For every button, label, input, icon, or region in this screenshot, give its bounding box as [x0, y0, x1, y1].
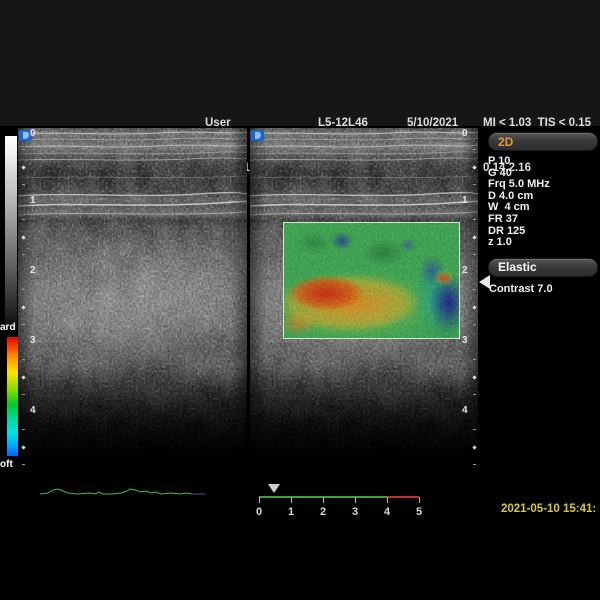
scale-tick	[323, 497, 324, 503]
scale-tick	[419, 497, 420, 503]
ruler-tick	[22, 184, 25, 185]
depth-ruler-right: 0 1 2 3 4	[458, 128, 480, 467]
ruler-tick	[473, 324, 476, 325]
bmode-panel-left	[18, 128, 247, 467]
scale-tick	[355, 497, 356, 503]
ruler-mark: 0	[462, 129, 468, 139]
ruler-tick	[21, 305, 25, 309]
scale-number: 1	[285, 506, 297, 518]
hard-label: ard	[0, 322, 16, 333]
ruler-mark: 0	[30, 129, 36, 139]
scale-red-segment	[387, 496, 419, 498]
elastography-roi-box[interactable]	[283, 222, 460, 339]
ruler-tick	[472, 305, 476, 309]
scale-number: 4	[381, 506, 393, 518]
ruler-tick	[21, 165, 25, 169]
scale-tick	[259, 497, 260, 503]
scale-number: 3	[349, 506, 361, 518]
pressure-trace	[35, 482, 215, 507]
depth-ruler-left: 0 1 2 3 4	[20, 128, 42, 467]
ruler-mark: 4	[30, 406, 36, 416]
footer-timestamp: 2021-05-10 15:41:	[501, 503, 596, 515]
ruler-tick	[473, 359, 476, 360]
grayscale-bar	[5, 136, 17, 329]
ruler-tick	[22, 219, 25, 220]
scale-tick	[291, 497, 292, 503]
ruler-mark: 3	[462, 336, 468, 346]
scale-number: 0	[253, 506, 265, 518]
elastic-mode-button[interactable]: Elastic	[488, 258, 598, 277]
scale-number: 5	[413, 506, 425, 518]
ruler-tick	[473, 149, 476, 150]
ruler-tick	[22, 324, 25, 325]
soft-label: oft	[0, 459, 13, 470]
ruler-tick	[473, 219, 476, 220]
ruler-mark: 4	[462, 406, 468, 416]
ruler-mark: 2	[30, 266, 36, 276]
scale-pointer-icon[interactable]	[268, 484, 280, 493]
ruler-tick	[22, 429, 25, 430]
ruler-mark: 1	[462, 196, 468, 206]
sidebar-param: z 1.0	[488, 237, 598, 249]
mi-tis-readout: MI < 1.03 TIS < 0.15	[483, 116, 591, 131]
ruler-tick	[473, 254, 476, 255]
ruler-tick	[473, 184, 476, 185]
ruler-tick	[473, 429, 476, 430]
ruler-tick	[22, 394, 25, 395]
ruler-mark: 2	[462, 266, 468, 276]
ruler-tick	[22, 464, 25, 465]
scale-number: 2	[317, 506, 329, 518]
compression-scale: 0 1 2 3 4 5	[250, 480, 430, 522]
ruler-tick	[472, 165, 476, 169]
ruler-tick	[22, 149, 25, 150]
ruler-mark: 3	[30, 336, 36, 346]
depth-fade-left	[18, 128, 247, 467]
contrast-readout: Contrast 7.0	[488, 283, 598, 295]
bmode-panel-right	[250, 128, 478, 467]
trace-line	[40, 489, 192, 494]
imaging-params-list: P 10G 40Frq 5.0 MHzD 4.0 cmW 4 cmFR 37DR…	[488, 156, 598, 249]
probe-orientation-logo-icon	[251, 130, 265, 142]
ruler-tick	[22, 289, 25, 290]
sidebar-param: P 10	[488, 156, 598, 168]
ruler-mark: 1	[30, 196, 36, 206]
ruler-tick	[473, 394, 476, 395]
ultrasound-screen: User 20210510153606 L5-12L46 Thyroid 5/1…	[0, 0, 600, 600]
control-sidebar: 2D P 10G 40Frq 5.0 MHzD 4.0 cmW 4 cmFR 3…	[488, 132, 598, 295]
ruler-tick	[472, 235, 476, 239]
ruler-tick	[21, 375, 25, 379]
ruler-tick	[472, 445, 476, 449]
mode-2d-button[interactable]: 2D	[488, 132, 598, 151]
elasto-texture	[284, 223, 459, 338]
ruler-tick	[473, 464, 476, 465]
ruler-tick	[22, 254, 25, 255]
elasticity-color-bar	[7, 337, 18, 456]
sidebar-param: FR 37	[488, 214, 598, 226]
ruler-tick	[21, 445, 25, 449]
ruler-tick	[473, 289, 476, 290]
ruler-tick	[472, 375, 476, 379]
ruler-tick	[22, 359, 25, 360]
scale-tick	[387, 497, 388, 503]
ruler-tick	[21, 235, 25, 239]
